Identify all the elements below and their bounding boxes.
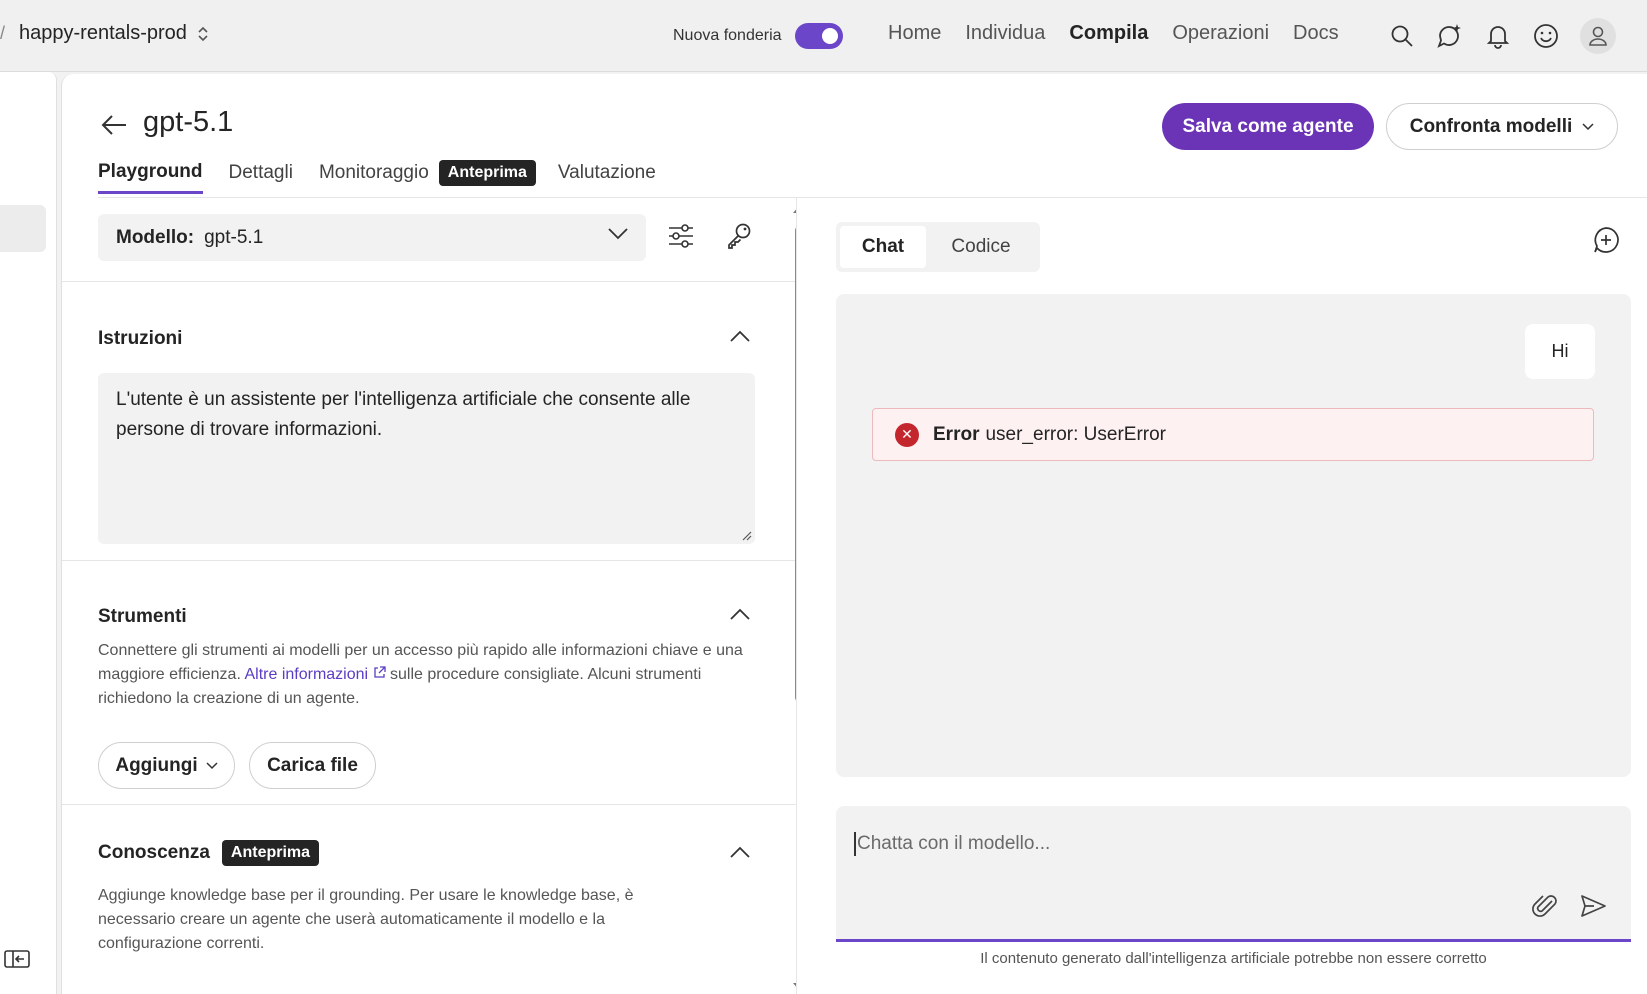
resize-handle-icon[interactable] xyxy=(742,531,752,541)
scroll-up-arrow-icon[interactable] xyxy=(792,204,797,214)
preview-badge: Anteprima xyxy=(221,840,320,866)
error-label: Error xyxy=(933,423,980,445)
top-icons xyxy=(1388,18,1616,54)
compare-models-button[interactable]: Confronta modelli xyxy=(1386,103,1618,150)
ai-disclaimer: Il contenuto generato dall'intelligenza … xyxy=(980,950,1487,967)
left-rail xyxy=(0,72,57,994)
bell-icon[interactable] xyxy=(1484,18,1512,54)
config-panel: Modello: gpt-5.1 Istruzioni L'utente è u… xyxy=(62,198,797,994)
tools-title: Strumenti xyxy=(98,606,187,627)
tab-dettagli[interactable]: Dettagli xyxy=(229,162,293,192)
top-bar: / happy-rentals-prod Nuova fonderia Home… xyxy=(0,0,1647,72)
chat-input[interactable]: Chatta con il modello... xyxy=(854,832,1050,856)
nav-home[interactable]: Home xyxy=(888,22,941,45)
divider xyxy=(62,804,796,805)
toggle-label: Nuova fonderia xyxy=(673,27,782,44)
scroll-down-arrow-icon[interactable] xyxy=(792,982,797,992)
divider xyxy=(62,560,796,561)
chevron-down-icon xyxy=(608,228,628,240)
chevron-up-icon[interactable] xyxy=(730,846,750,858)
page-tabs: Playground Dettagli Monitoraggio Antepri… xyxy=(98,160,682,194)
save-as-agent-button[interactable]: Salva come agente xyxy=(1162,103,1374,150)
chat-composer[interactable]: Chatta con il modello... xyxy=(836,806,1631,942)
knowledge-title: Conoscenza xyxy=(98,842,210,863)
knowledge-title-group: Conoscenza Anteprima xyxy=(98,840,320,866)
copilot-chat-icon[interactable] xyxy=(1436,18,1464,54)
new-foundry-toggle[interactable] xyxy=(794,23,843,49)
error-message: user_error: UserError xyxy=(985,423,1167,445)
add-tool-button[interactable]: Aggiungi xyxy=(98,742,235,789)
learn-more-link[interactable]: Altre informazioni xyxy=(244,666,386,683)
preview-badge: Anteprima xyxy=(438,160,536,186)
instructions-text: L'utente è un assistente per l'intellige… xyxy=(116,389,691,440)
add-tool-label: Aggiungi xyxy=(115,754,198,776)
feedback-smiley-icon[interactable] xyxy=(1532,18,1560,54)
back-arrow-icon[interactable] xyxy=(100,112,128,138)
send-icon[interactable] xyxy=(1579,892,1607,920)
page-title: gpt-5.1 xyxy=(143,106,234,138)
learn-more-label: Altre informazioni xyxy=(244,666,369,683)
chevron-down-icon xyxy=(1582,122,1594,130)
model-value: gpt-5.1 xyxy=(204,226,264,248)
project-selector[interactable]: / happy-rentals-prod xyxy=(0,22,209,45)
key-icon[interactable] xyxy=(726,222,752,250)
model-selector[interactable]: Modello: gpt-5.1 xyxy=(98,214,646,261)
paperclip-icon[interactable] xyxy=(1531,892,1559,920)
nav-compila[interactable]: Compila xyxy=(1069,22,1148,45)
breadcrumb-separator: / xyxy=(0,23,6,43)
model-label: Modello: xyxy=(116,226,195,248)
main-card: gpt-5.1 Playground Dettagli Monitoraggio… xyxy=(61,74,1647,994)
scrollbar-thumb[interactable] xyxy=(795,226,796,702)
external-link-icon xyxy=(373,666,386,678)
collapse-panel-icon[interactable] xyxy=(4,949,30,969)
new-chat-icon[interactable] xyxy=(1592,226,1620,254)
tab-code[interactable]: Codice xyxy=(926,226,1036,268)
nav-individua[interactable]: Individua xyxy=(965,22,1045,45)
error-banner: ✕ Error user_error: UserError xyxy=(872,408,1594,461)
divider xyxy=(62,281,796,282)
chevron-up-icon[interactable] xyxy=(730,608,750,620)
tools-description: Connettere gli strumenti ai modelli per … xyxy=(98,639,748,711)
settings-sliders-icon[interactable] xyxy=(668,224,694,248)
tab-playground[interactable]: Playground xyxy=(98,161,203,194)
nav-docs[interactable]: Docs xyxy=(1293,22,1339,45)
rail-selected-item[interactable] xyxy=(0,205,46,252)
chevron-up-icon[interactable] xyxy=(730,330,750,342)
upload-file-button[interactable]: Carica file xyxy=(249,742,376,789)
chat-history: Hi ✕ Error user_error: UserError xyxy=(836,294,1631,777)
chevron-down-icon xyxy=(206,761,218,769)
instructions-title: Istruzioni xyxy=(98,328,183,349)
avatar[interactable] xyxy=(1580,18,1616,54)
instructions-textarea[interactable]: L'utente è un assistente per l'intellige… xyxy=(98,373,755,544)
knowledge-description: Aggiunge knowledge base per il grounding… xyxy=(98,887,634,952)
top-nav: Home Individua Compila Operazioni Docs xyxy=(888,22,1339,45)
tab-monitoraggio[interactable]: Monitoraggio xyxy=(319,162,429,192)
chat-code-switch: Chat Codice xyxy=(836,222,1040,272)
search-icon[interactable] xyxy=(1388,18,1416,54)
user-message-bubble: Hi xyxy=(1525,324,1595,379)
tab-valutazione[interactable]: Valutazione xyxy=(558,162,656,192)
new-foundry-toggle-group: Nuova fonderia xyxy=(673,23,843,49)
nav-operazioni[interactable]: Operazioni xyxy=(1172,22,1269,45)
error-icon: ✕ xyxy=(895,422,919,447)
chevron-updown-icon xyxy=(198,26,208,41)
tab-chat[interactable]: Chat xyxy=(840,226,926,268)
compare-models-label: Confronta modelli xyxy=(1409,115,1573,137)
project-name: happy-rentals-prod xyxy=(19,22,187,44)
